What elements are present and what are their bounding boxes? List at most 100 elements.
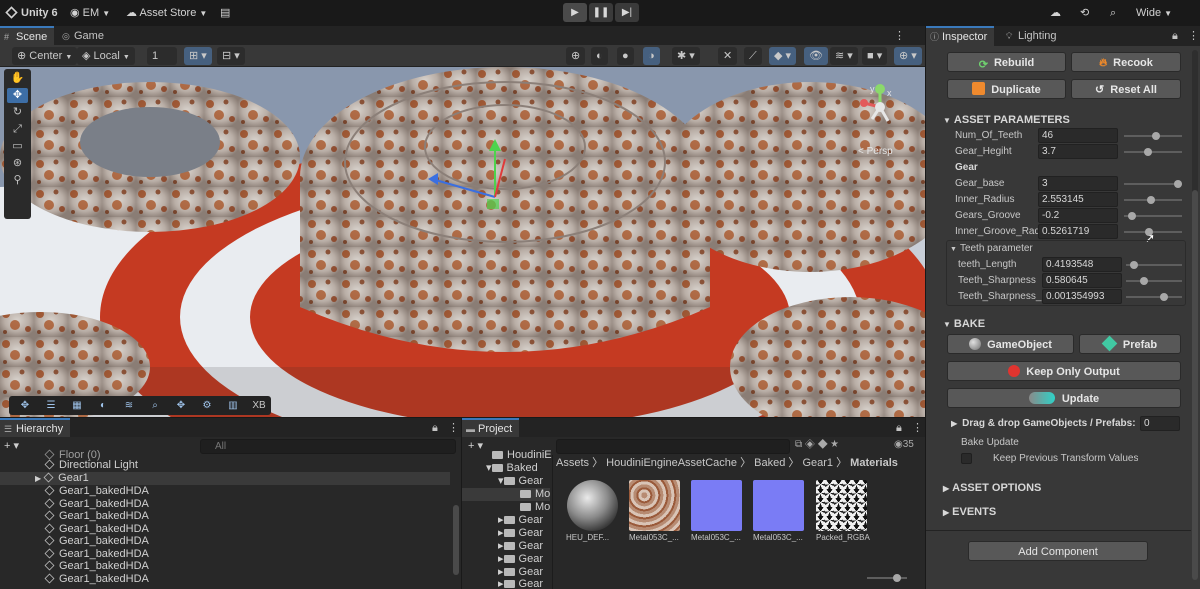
2d-toggle-icon[interactable]: ✕: [718, 47, 738, 65]
tree-item[interactable]: ▸ Gear: [498, 540, 543, 553]
teeth-sharpness-slider[interactable]: [1126, 277, 1182, 285]
inner-radius-field[interactable]: 2.553145: [1038, 192, 1118, 207]
panel-menu[interactable]: ⋮: [890, 26, 912, 46]
add-icon[interactable]: + ▾: [468, 439, 483, 452]
tab-project[interactable]: ▬ Project: [462, 418, 520, 438]
slider-knob[interactable]: [1130, 261, 1138, 269]
tab-game[interactable]: ◎ Game: [58, 26, 111, 46]
draw-mode-shaded-icon[interactable]: ●: [617, 47, 634, 65]
inner-radius-slider[interactable]: [1124, 196, 1182, 204]
gear-height-slider[interactable]: [1124, 148, 1182, 156]
gears-groove-field[interactable]: -0.2: [1038, 208, 1118, 223]
gear-base-slider[interactable]: [1124, 180, 1182, 188]
add-component-button[interactable]: Add Component: [968, 541, 1148, 561]
grid-visibility-icon[interactable]: ⊟ ▾: [217, 47, 245, 65]
search-icon[interactable]: ⌕: [1110, 4, 1116, 22]
slider-knob[interactable]: [1152, 132, 1160, 140]
rebuild-button[interactable]: ⟳ Rebuild: [947, 52, 1066, 72]
inspector-scrollbar[interactable]: [1192, 190, 1198, 580]
pivot-overlay-icon[interactable]: ✥: [169, 398, 193, 413]
pause-button[interactable]: ❚❚: [589, 3, 613, 22]
move-overlay-icon[interactable]: ✥: [13, 398, 37, 413]
slider-knob[interactable]: [1140, 277, 1148, 285]
teeth-sharpness-l-field[interactable]: 0.001354993: [1042, 289, 1122, 304]
grid-snap-icon[interactable]: ⊞ ▾: [184, 47, 212, 65]
project-search-input[interactable]: [556, 439, 790, 454]
events-foldout[interactable]: ▶ EVENTS: [943, 506, 996, 519]
tab-scene[interactable]: # Scene: [0, 26, 55, 46]
list-item[interactable]: Gear1_bakedHDA: [44, 485, 149, 498]
zoom-icon[interactable]: ⌕: [143, 398, 167, 413]
tree-item[interactable]: ▸ Gear: [498, 527, 543, 540]
play-button[interactable]: ▶: [563, 3, 587, 22]
xb-button[interactable]: XB: [247, 398, 271, 413]
tree-item-selected[interactable]: Mo: [462, 488, 550, 501]
num-of-teeth-slider[interactable]: [1124, 132, 1182, 140]
move-tool-icon[interactable]: ✥: [7, 88, 28, 103]
tree-item[interactable]: ▸ Gear: [498, 514, 543, 527]
debug-draw-icon[interactable]: ✱ ▾: [672, 47, 700, 65]
hierarchy-search-input[interactable]: All: [200, 439, 456, 454]
audio-toggle-icon[interactable]: ◆ ▾: [769, 47, 797, 65]
inner-groove-radius-field[interactable]: 0.5261719: [1038, 224, 1118, 239]
camera-icon[interactable]: ■ ▾: [862, 47, 888, 65]
draw-mode-wire-icon[interactable]: ⊕: [566, 47, 586, 65]
teeth-sharpness-l-slider[interactable]: [1126, 293, 1182, 301]
step-button[interactable]: ▶|: [615, 3, 639, 22]
duplicate-button[interactable]: Duplicate: [947, 79, 1066, 99]
material-thumbnail[interactable]: [691, 480, 742, 531]
list-item[interactable]: Directional Light: [44, 459, 138, 472]
tab-hierarchy[interactable]: ☰ Hierarchy: [0, 418, 71, 438]
slider-knob[interactable]: [1160, 293, 1168, 301]
snap-increment-field[interactable]: 1: [147, 47, 177, 65]
update-button[interactable]: Update: [947, 388, 1181, 408]
lock-icon[interactable]: 🔒︎: [1168, 26, 1185, 46]
list-item-selected[interactable]: ▶ Gear1: [0, 472, 450, 485]
hierarchy-scrollbar[interactable]: [453, 505, 459, 575]
bake-prefab-button[interactable]: Prefab: [1079, 334, 1181, 354]
rotate-tool-icon[interactable]: ↻: [7, 105, 28, 120]
layers-icon[interactable]: ≋ ▾: [830, 47, 858, 65]
add-icon[interactable]: + ▾: [4, 439, 19, 452]
tree-item[interactable]: Mo: [520, 501, 550, 514]
slider-knob[interactable]: [1128, 212, 1136, 220]
visibility-icon[interactable]: 👁: [804, 47, 828, 65]
persp-label[interactable]: < Persp: [858, 146, 893, 157]
tree-item[interactable]: ▸ Gear: [498, 553, 543, 566]
list-item[interactable]: Gear1_bakedHDA: [44, 573, 149, 586]
teeth-parameter-foldout[interactable]: ▼ Teeth parameter: [950, 242, 1033, 256]
moon-icon[interactable]: ◐: [91, 398, 115, 413]
list-item[interactable]: Gear1_bakedHDA: [44, 560, 149, 573]
slider-knob[interactable]: [1147, 196, 1155, 204]
lock-icon[interactable]: 🔒︎: [892, 418, 909, 438]
account-dropdown[interactable]: ◉ EM ▼: [70, 4, 110, 22]
tree-item[interactable]: ▾ Baked: [486, 462, 538, 475]
asset-parameters-foldout[interactable]: ▼ ASSET PARAMETERS: [943, 114, 1070, 127]
align-icon[interactable]: ☰: [39, 398, 63, 413]
tab-lighting[interactable]: 💡︎ Lighting: [1002, 26, 1064, 46]
slider-knob[interactable]: [1144, 148, 1152, 156]
rect-tool-icon[interactable]: ▭: [7, 139, 28, 154]
num-of-teeth-field[interactable]: 46: [1038, 128, 1118, 143]
layers-overlay-icon[interactable]: ≋: [117, 398, 141, 413]
breadcrumb-item[interactable]: Baked: [754, 457, 785, 469]
teeth-sharpness-field[interactable]: 0.580645: [1042, 273, 1122, 288]
space-dropdown[interactable]: ◈ Local ▼: [77, 47, 135, 65]
tree-item[interactable]: ▸ Gear: [498, 578, 543, 589]
package-icon[interactable]: ▤: [220, 4, 230, 22]
slider-knob[interactable]: [893, 574, 901, 582]
layout-dropdown[interactable]: Wide ▼: [1136, 4, 1172, 22]
draw-mode-lit-icon[interactable]: ◑: [643, 47, 660, 65]
pivot-dropdown[interactable]: ⊕ Center ▼: [12, 47, 78, 65]
breadcrumb-item[interactable]: Gear1: [802, 457, 833, 469]
slider-knob[interactable]: [1174, 180, 1182, 188]
breadcrumb-item[interactable]: HoudiniEngineAssetCache: [606, 457, 737, 469]
bake-foldout[interactable]: ▼ BAKE: [943, 318, 985, 331]
bake-gameobject-button[interactable]: GameObject: [947, 334, 1074, 354]
thumbnail-size-slider[interactable]: [867, 574, 907, 582]
scene-viewport[interactable]: [0, 67, 925, 417]
cloud-icon[interactable]: ☁: [1050, 4, 1061, 22]
chart-icon[interactable]: ▥: [221, 398, 245, 413]
asset-options-foldout[interactable]: ▶ ASSET OPTIONS: [943, 482, 1041, 495]
material-thumbnail[interactable]: [629, 480, 680, 531]
